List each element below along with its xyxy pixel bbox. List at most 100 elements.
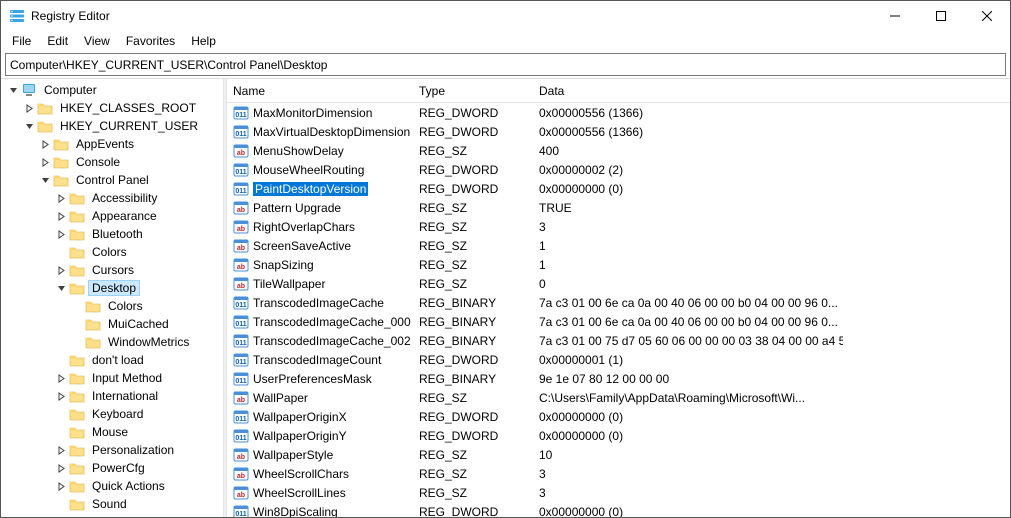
list-row[interactable]: abWheelScrollCharsREG_SZ3 bbox=[227, 464, 1010, 483]
list-row[interactable]: 011WallpaperOriginYREG_DWORD0x00000000 (… bbox=[227, 426, 1010, 445]
folder-icon bbox=[69, 370, 85, 386]
collapse-icon[interactable] bbox=[53, 284, 69, 293]
list-row[interactable]: abWallPaperREG_SZC:\Users\Family\AppData… bbox=[227, 388, 1010, 407]
collapse-icon[interactable] bbox=[21, 122, 37, 131]
expand-icon[interactable] bbox=[53, 230, 69, 239]
tree-item-label: PowerCfg bbox=[88, 460, 149, 476]
list-row[interactable]: 011Win8DpiScalingREG_DWORD0x00000000 (0) bbox=[227, 502, 1010, 517]
menu-file[interactable]: File bbox=[5, 32, 38, 50]
expand-icon[interactable] bbox=[53, 446, 69, 455]
expand-icon[interactable] bbox=[21, 104, 37, 113]
tree-item[interactable]: Control Panel bbox=[1, 171, 223, 189]
column-header-type[interactable]: Type bbox=[413, 79, 533, 102]
value-type: REG_BINARY bbox=[413, 296, 533, 310]
minimize-button[interactable] bbox=[872, 1, 918, 31]
tree-item[interactable]: International bbox=[1, 387, 223, 405]
tree-item[interactable]: Console bbox=[1, 153, 223, 171]
list-row[interactable]: abSnapSizingREG_SZ1 bbox=[227, 255, 1010, 274]
tree-item[interactable]: Appearance bbox=[1, 207, 223, 225]
expand-icon[interactable] bbox=[53, 464, 69, 473]
maximize-button[interactable] bbox=[918, 1, 964, 31]
list-row[interactable]: 011TranscodedImageCacheREG_BINARY7a c3 0… bbox=[227, 293, 1010, 312]
tree-item[interactable]: Computer bbox=[1, 81, 223, 99]
tree-item[interactable]: Mouse bbox=[1, 423, 223, 441]
address-path: Computer\HKEY_CURRENT_USER\Control Panel… bbox=[10, 58, 327, 72]
list-row[interactable]: 011WallpaperOriginXREG_DWORD0x00000000 (… bbox=[227, 407, 1010, 426]
list-row[interactable]: abMenuShowDelayREG_SZ400 bbox=[227, 141, 1010, 160]
list-row[interactable]: abScreenSaveActiveREG_SZ1 bbox=[227, 236, 1010, 255]
value-type: REG_DWORD bbox=[413, 410, 533, 424]
tree-item[interactable]: Accessibility bbox=[1, 189, 223, 207]
tree-item-label: Mouse bbox=[88, 424, 132, 440]
tree-item[interactable]: Cursors bbox=[1, 261, 223, 279]
expand-icon[interactable] bbox=[53, 392, 69, 401]
column-header-data[interactable]: Data bbox=[533, 79, 843, 102]
list-row[interactable]: 011MaxMonitorDimensionREG_DWORD0x0000055… bbox=[227, 103, 1010, 122]
binary-value-icon: 011 bbox=[233, 409, 249, 425]
tree-item[interactable]: Personalization bbox=[1, 441, 223, 459]
list-body[interactable]: 011MaxMonitorDimensionREG_DWORD0x0000055… bbox=[227, 103, 1010, 517]
close-button[interactable] bbox=[964, 1, 1010, 31]
menu-edit[interactable]: Edit bbox=[40, 32, 75, 50]
tree-item[interactable]: PowerCfg bbox=[1, 459, 223, 477]
folder-icon bbox=[69, 352, 85, 368]
folder-icon bbox=[69, 262, 85, 278]
list-row[interactable]: 011TranscodedImageCache_000REG_BINARY7a … bbox=[227, 312, 1010, 331]
expand-icon[interactable] bbox=[53, 374, 69, 383]
string-value-icon: ab bbox=[233, 238, 249, 254]
list-row[interactable]: abWheelScrollLinesREG_SZ3 bbox=[227, 483, 1010, 502]
value-name: Win8DpiScaling bbox=[253, 505, 338, 518]
tree-item[interactable]: AppEvents bbox=[1, 135, 223, 153]
tree-item[interactable]: WindowMetrics bbox=[1, 333, 223, 351]
value-type: REG_BINARY bbox=[413, 315, 533, 329]
tree-item[interactable]: HKEY_CURRENT_USER bbox=[1, 117, 223, 135]
expand-icon[interactable] bbox=[53, 266, 69, 275]
tree-item[interactable]: HKEY_CLASSES_ROOT bbox=[1, 99, 223, 117]
value-type: REG_SZ bbox=[413, 486, 533, 500]
address-bar[interactable]: Computer\HKEY_CURRENT_USER\Control Panel… bbox=[5, 53, 1006, 76]
tree-item[interactable]: Bluetooth bbox=[1, 225, 223, 243]
value-type: REG_DWORD bbox=[413, 353, 533, 367]
collapse-icon[interactable] bbox=[37, 176, 53, 185]
registry-editor-icon bbox=[9, 8, 25, 24]
list-row[interactable]: 011MaxVirtualDesktopDimensionREG_DWORD0x… bbox=[227, 122, 1010, 141]
list-row[interactable]: abTileWallpaperREG_SZ0 bbox=[227, 274, 1010, 293]
list-row[interactable]: abWallpaperStyleREG_SZ10 bbox=[227, 445, 1010, 464]
tree-item[interactable]: MuiCached bbox=[1, 315, 223, 333]
expand-icon[interactable] bbox=[53, 482, 69, 491]
tree-item[interactable]: Colors bbox=[1, 297, 223, 315]
expand-icon[interactable] bbox=[37, 140, 53, 149]
expand-icon[interactable] bbox=[53, 194, 69, 203]
value-data: 0x00000000 (0) bbox=[533, 410, 843, 424]
list-row[interactable]: 011TranscodedImageCountREG_DWORD0x000000… bbox=[227, 350, 1010, 369]
menu-favorites[interactable]: Favorites bbox=[119, 32, 182, 50]
expand-icon[interactable] bbox=[53, 212, 69, 221]
svg-text:011: 011 bbox=[235, 169, 246, 176]
tree-view[interactable]: ComputerHKEY_CLASSES_ROOTHKEY_CURRENT_US… bbox=[1, 79, 223, 517]
tree-item[interactable]: Colors bbox=[1, 243, 223, 261]
tree-item[interactable]: Input Method bbox=[1, 369, 223, 387]
menu-help[interactable]: Help bbox=[184, 32, 223, 50]
list-row[interactable]: abRightOverlapCharsREG_SZ3 bbox=[227, 217, 1010, 236]
list-row[interactable]: 011TranscodedImageCache_002REG_BINARY7a … bbox=[227, 331, 1010, 350]
collapse-icon[interactable] bbox=[5, 86, 21, 95]
tree-item[interactable]: Environment bbox=[1, 513, 223, 517]
value-data: C:\Users\Family\AppData\Roaming\Microsof… bbox=[533, 391, 843, 405]
column-header-name[interactable]: Name bbox=[227, 79, 413, 102]
list-row[interactable]: 011MouseWheelRoutingREG_DWORD0x00000002 … bbox=[227, 160, 1010, 179]
list-row[interactable]: abPattern UpgradeREG_SZTRUE bbox=[227, 198, 1010, 217]
tree-item[interactable]: Quick Actions bbox=[1, 477, 223, 495]
tree-item[interactable]: don't load bbox=[1, 351, 223, 369]
expand-icon[interactable] bbox=[37, 158, 53, 167]
tree-item[interactable]: Keyboard bbox=[1, 405, 223, 423]
tree-item[interactable]: Sound bbox=[1, 495, 223, 513]
svg-text:011: 011 bbox=[235, 359, 246, 366]
value-type: REG_BINARY bbox=[413, 334, 533, 348]
list-row[interactable]: 011PaintDesktopVersionREG_DWORD0x0000000… bbox=[227, 179, 1010, 198]
string-value-icon: ab bbox=[233, 143, 249, 159]
value-data: 0x00000000 (0) bbox=[533, 429, 843, 443]
value-type: REG_DWORD bbox=[413, 505, 533, 518]
tree-item[interactable]: Desktop bbox=[1, 279, 223, 297]
list-row[interactable]: 011UserPreferencesMaskREG_BINARY9e 1e 07… bbox=[227, 369, 1010, 388]
menu-view[interactable]: View bbox=[77, 32, 117, 50]
